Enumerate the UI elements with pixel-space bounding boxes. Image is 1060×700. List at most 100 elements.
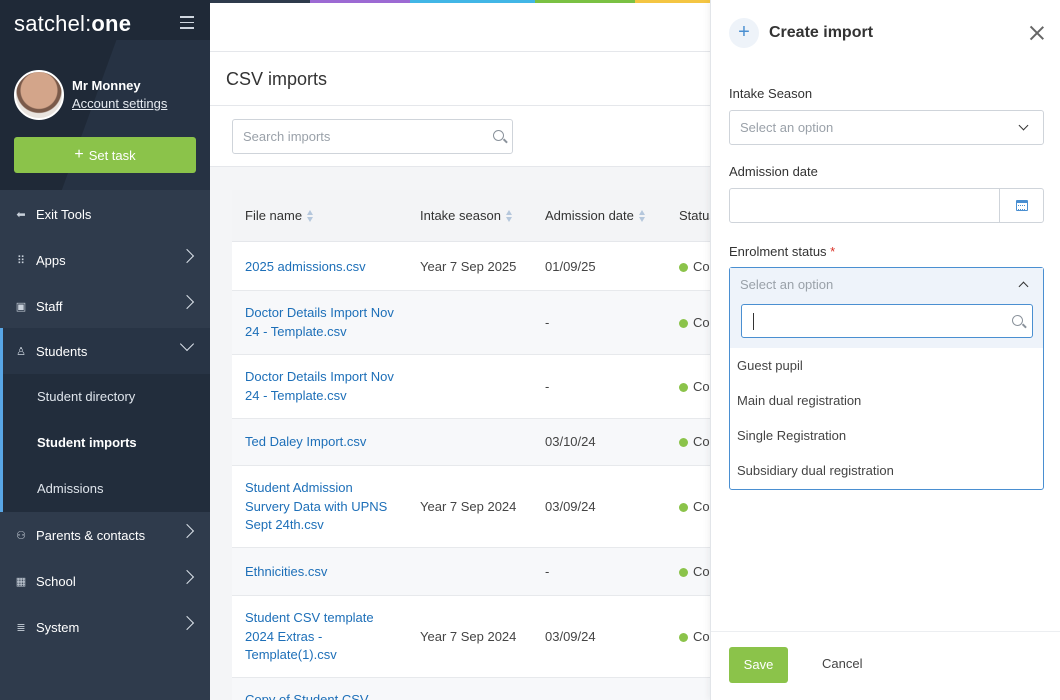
select-placeholder: Select an option: [740, 277, 834, 292]
calendar-button[interactable]: [999, 189, 1043, 222]
search-bar: [210, 106, 710, 167]
chevron-right-icon: [179, 569, 195, 585]
status-cell: Co: [679, 378, 710, 397]
top-bar: [210, 3, 710, 52]
sidebar-item-parents-contacts[interactable]: ⚇ Parents & contacts: [0, 512, 210, 558]
table-row: Ted Daley Import.csv 03/10/24 Co: [232, 419, 710, 466]
sidebar-item-label: Apps: [36, 252, 66, 268]
app-logo[interactable]: satchel:one: [14, 11, 131, 37]
sidebar-item-label: Exit Tools: [36, 206, 92, 222]
admission-date-cell: 01/09/25: [545, 259, 596, 274]
sidebar-item-students[interactable]: ♙ Students: [0, 328, 210, 374]
exit-icon: ⬅: [16, 208, 26, 221]
search-icon: [1012, 315, 1023, 326]
column-header-admission-date[interactable]: Admission date: [545, 208, 646, 223]
admission-date-cell: -: [545, 315, 550, 330]
apps-icon: ⠿: [16, 254, 26, 267]
status-text: Co: [693, 564, 710, 579]
admission-date-label: Admission date: [729, 164, 818, 179]
enrolment-status-select[interactable]: Select an option: [730, 268, 1043, 348]
option-single-registration[interactable]: Single Registration: [737, 428, 846, 443]
sidebar-item-staff[interactable]: ▣ Staff: [0, 283, 210, 329]
close-icon[interactable]: [1029, 25, 1045, 41]
plus-icon: +: [729, 18, 759, 48]
status-text: Co: [693, 259, 710, 274]
status-cell: Co: [679, 258, 710, 277]
sidebar-item-school[interactable]: ▦ School: [0, 558, 210, 604]
sidebar-item-system[interactable]: ≣ System: [0, 604, 210, 650]
sidebar-subitem-student-imports[interactable]: Student imports: [37, 435, 137, 450]
status-cell: Co: [679, 498, 710, 517]
select-placeholder: Select an option: [740, 120, 834, 135]
students-icon: ♙: [16, 345, 26, 358]
sidebar-item-label: System: [36, 619, 80, 635]
status-dot-icon: [679, 568, 688, 577]
file-name-link[interactable]: 2025 admissions.csv: [245, 258, 395, 277]
cancel-button[interactable]: Cancel: [822, 656, 862, 671]
school-icon: ▦: [15, 575, 27, 588]
enrolment-status-dropdown: Select an option Guest pupil Main dual r…: [729, 267, 1044, 490]
search-input[interactable]: [233, 120, 473, 153]
sidebar-header: satchel:one Mr Monney Account settings +…: [0, 0, 210, 190]
status-text: Co: [693, 434, 710, 449]
table-row: Ethnicities.csv - Co: [232, 548, 710, 596]
table-header: File name Intake season Admission date S…: [232, 190, 710, 242]
sidebar-subitem-admissions[interactable]: Admissions: [37, 481, 103, 496]
status-cell: Co: [679, 433, 710, 452]
enrolment-label-text: Enrolment status: [729, 244, 827, 259]
chevron-down-icon: [1018, 120, 1029, 131]
intake-season-cell: Year 7 Sep 2025: [420, 259, 517, 274]
column-header-status[interactable]: Status: [679, 208, 710, 223]
sidebar-item-apps[interactable]: ⠿ Apps: [0, 237, 210, 283]
system-icon: ≣: [16, 621, 26, 634]
status-dot-icon: [679, 503, 688, 512]
admission-date-cell: -: [545, 564, 550, 579]
staff-icon: ▣: [15, 300, 27, 313]
sidebar-item-label: School: [36, 573, 76, 589]
file-name-link[interactable]: Ethnicities.csv: [245, 563, 395, 582]
table-row: Student Admission Survery Data with UPNS…: [232, 466, 710, 548]
menu-icon[interactable]: [180, 16, 194, 33]
status-dot-icon: [679, 633, 688, 642]
table-row: Student CSV template 2024 Extras - Templ…: [232, 596, 710, 678]
intake-season-select[interactable]: Select an option: [729, 110, 1044, 145]
imports-table: File name Intake season Admission date S…: [232, 190, 710, 700]
logo-text-bold: one: [91, 11, 132, 36]
column-header-file-name[interactable]: File name: [245, 208, 314, 223]
logo-text-light: satchel: [14, 11, 86, 36]
admission-date-cell: 03/09/24: [545, 629, 596, 644]
panel-footer: Save Cancel: [711, 631, 1060, 700]
status-cell: Co: [679, 314, 710, 333]
admission-date-cell: 03/09/24: [545, 499, 596, 514]
avatar: [14, 70, 64, 120]
file-name-link[interactable]: Ted Daley Import.csv: [245, 433, 395, 452]
account-settings-link[interactable]: Account settings: [72, 96, 167, 111]
file-name-link[interactable]: Student Admission Survery Data with UPNS…: [245, 479, 395, 535]
column-label: Admission date: [545, 208, 634, 223]
table-row: 2025 admissions.csv Year 7 Sep 2025 01/0…: [232, 243, 710, 291]
table-row: Doctor Details Import Nov 24 - Template.…: [232, 355, 710, 419]
panel-title: Create import: [769, 24, 874, 41]
chevron-right-icon: [179, 615, 195, 631]
file-name-link[interactable]: Doctor Details Import Nov 24 - Template.…: [245, 304, 395, 341]
save-button[interactable]: Save: [729, 647, 788, 683]
option-search-input[interactable]: [742, 305, 992, 337]
option-subsidiary-dual-registration[interactable]: Subsidiary dual registration: [737, 463, 894, 478]
status-text: Co: [693, 315, 710, 330]
sidebar-subitem-student-directory[interactable]: Student directory: [37, 389, 135, 404]
status-text: Co: [693, 379, 710, 394]
search-icon[interactable]: [493, 130, 504, 141]
chevron-right-icon: [179, 294, 195, 310]
file-name-link[interactable]: Doctor Details Import Nov 24 - Template.…: [245, 368, 395, 405]
option-guest-pupil[interactable]: Guest pupil: [737, 358, 803, 373]
option-main-dual-registration[interactable]: Main dual registration: [737, 393, 861, 408]
calendar-icon: [1016, 200, 1028, 211]
sidebar-item-exit-tools[interactable]: ⬅ Exit Tools: [0, 191, 210, 237]
admission-date-input[interactable]: [730, 189, 995, 222]
file-name-link[interactable]: Student CSV template 2024 Extras - Templ…: [245, 609, 395, 665]
column-header-intake-season[interactable]: Intake season: [420, 208, 513, 223]
file-name-link[interactable]: Copy of Student CSV: [245, 691, 395, 700]
set-task-button[interactable]: + Set task: [14, 137, 196, 173]
column-label: Status: [679, 208, 710, 223]
intake-season-cell: Year 7 Sep 2024: [420, 629, 517, 644]
